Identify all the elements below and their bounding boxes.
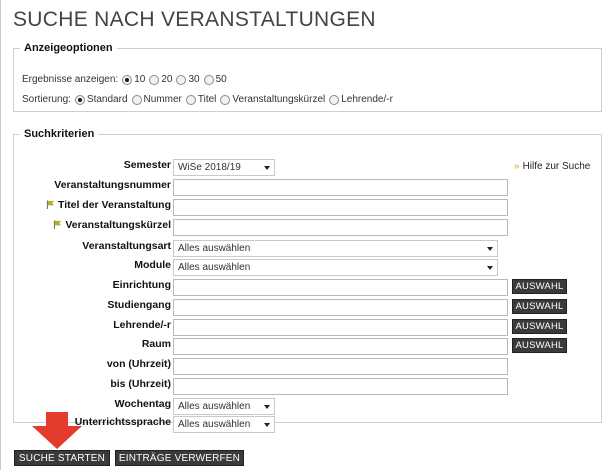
titel-label: Titel der Veranstaltung (57, 199, 171, 211)
art-label: Veranstaltungsart (82, 240, 171, 252)
results-50-label: 50 (215, 74, 227, 85)
wochentag-select[interactable]: Alles auswählen (173, 397, 275, 415)
art-select[interactable]: Alles auswählen (173, 239, 498, 257)
titel-label-wrap: Titel der Veranstaltung (14, 199, 171, 211)
display-options-legend: Anzeigeoptionen (24, 42, 113, 54)
results-30-label: 30 (188, 74, 200, 85)
raum-input[interactable] (173, 337, 508, 355)
results-label: Ergebnisse anzeigen: (22, 74, 119, 85)
von-input[interactable] (173, 357, 508, 375)
semester-label: Semester (123, 159, 171, 171)
studiengang-auswahl-button[interactable]: AUSWAHL (512, 299, 567, 314)
sort-kuerzel-label: Veranstaltungskürzel (232, 94, 326, 105)
lehrende-input[interactable] (173, 318, 508, 336)
sort-standard-radio[interactable] (74, 94, 85, 105)
results-per-page-row: Ergebnisse anzeigen: 10 20 30 50 (22, 74, 228, 85)
sort-lehrende-radio[interactable] (329, 94, 340, 105)
sort-standard-label: Standard (86, 94, 128, 105)
flag-icon (54, 220, 62, 229)
kuerzel-label-wrap: Veranstaltungskürzel (14, 219, 171, 231)
chevron-down-icon (264, 422, 270, 427)
kuerzel-input[interactable] (173, 218, 508, 236)
wochentag-label: Wochentag (114, 398, 171, 410)
search-criteria-fieldset: Suchkriterien » Hilfe zur Suche Semester … (13, 128, 602, 433)
studiengang-input[interactable] (173, 298, 508, 316)
art-value: Alles auswählen (178, 242, 251, 254)
results-30-radio[interactable] (176, 74, 187, 85)
sort-nummer-label: Nummer (143, 94, 182, 105)
display-options-fieldset: Anzeigeoptionen Ergebnisse anzeigen: 10 … (13, 42, 602, 112)
flag-icon (46, 200, 55, 209)
raum-auswahl-button[interactable]: AUSWAHL (512, 338, 567, 353)
results-20-radio[interactable] (149, 74, 160, 85)
bis-input[interactable] (173, 377, 508, 395)
semester-value: WiSe 2018/19 (178, 161, 241, 173)
von-label: von (Uhrzeit) (106, 358, 171, 370)
einrichtung-auswahl-button[interactable]: AUSWAHL (512, 279, 567, 294)
einrichtung-input[interactable] (173, 278, 508, 296)
search-help-link[interactable]: » Hilfe zur Suche (514, 161, 590, 172)
sort-lehrende-label: Lehrende/-r (341, 94, 393, 105)
module-value: Alles auswählen (178, 261, 251, 273)
chevron-down-icon (487, 265, 493, 270)
bis-label: bis (Uhrzeit) (110, 378, 171, 390)
results-50-radio[interactable] (203, 74, 214, 85)
red-arrow-annotation-icon (32, 412, 82, 449)
chevron-down-icon (264, 404, 270, 409)
semester-select[interactable]: WiSe 2018/19 (173, 158, 275, 176)
search-criteria-legend: Suchkriterien (24, 128, 95, 140)
wochentag-value: Alles auswählen (178, 400, 251, 412)
sort-label: Sortierung: (22, 94, 71, 105)
sort-titel-radio[interactable] (185, 94, 196, 105)
page-title: SUCHE NACH VERANSTALTUNGEN (13, 8, 376, 31)
einrichtung-label: Einrichtung (112, 279, 171, 291)
results-20-label: 20 (161, 74, 173, 85)
sort-nummer-radio[interactable] (131, 94, 142, 105)
sort-titel-label: Titel (197, 94, 217, 105)
studiengang-label: Studiengang (107, 299, 171, 311)
kuerzel-label: Veranstaltungskürzel (65, 219, 171, 231)
sprache-select[interactable]: Alles auswählen (173, 415, 275, 433)
titel-input[interactable] (173, 198, 508, 216)
sprache-value: Alles auswählen (178, 418, 251, 430)
sort-row: Sortierung: Standard Nummer Titel Verans… (22, 94, 394, 105)
module-select[interactable]: Alles auswählen (173, 258, 498, 276)
module-label: Module (134, 259, 171, 271)
results-10-radio[interactable] (122, 74, 133, 85)
nummer-label: Veranstaltungsnummer (54, 179, 171, 191)
lehrende-label: Lehrende/-r (113, 319, 171, 331)
discard-entries-button[interactable]: EINTRÄGE VERWERFEN (115, 450, 244, 466)
sort-kuerzel-radio[interactable] (220, 94, 231, 105)
nummer-input[interactable] (173, 178, 508, 196)
raum-label: Raum (141, 338, 171, 350)
double-chevron-icon: » (514, 161, 520, 172)
start-search-button[interactable]: SUCHE STARTEN (14, 450, 110, 466)
search-help-label: Hilfe zur Suche (522, 161, 591, 172)
results-10-label: 10 (134, 74, 146, 85)
chevron-down-icon (487, 246, 493, 251)
lehrende-auswahl-button[interactable]: AUSWAHL (512, 319, 567, 334)
chevron-down-icon (264, 165, 270, 170)
